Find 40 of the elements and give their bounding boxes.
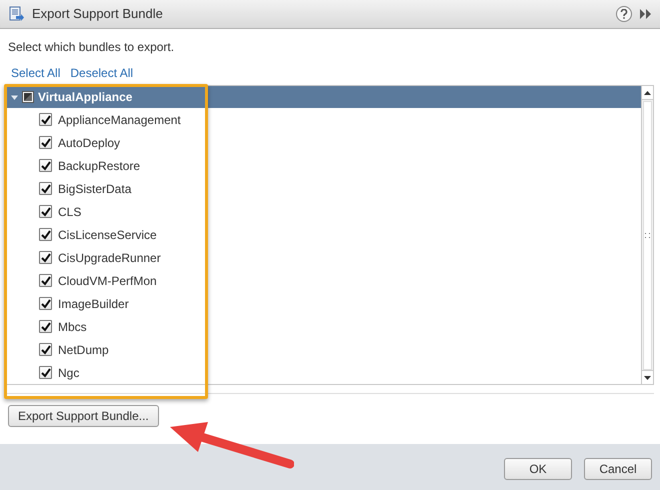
checkbox[interactable] xyxy=(22,91,34,103)
window-title: Export Support Bundle xyxy=(32,5,164,24)
tree-item-label[interactable]: ApplianceManagement xyxy=(58,110,181,128)
checkbox[interactable] xyxy=(39,136,52,149)
link[interactable]: Deselect All xyxy=(70,64,134,80)
help-icon[interactable] xyxy=(616,6,632,22)
instruction-text: Select which bundles to export. xyxy=(8,39,176,54)
caret-icon[interactable] xyxy=(11,94,18,100)
document-export-icon xyxy=(8,6,24,22)
checkbox[interactable] xyxy=(39,182,52,195)
scroll-down-icon[interactable] xyxy=(642,370,653,384)
checkbox[interactable] xyxy=(39,205,52,218)
tree-item-label[interactable]: AutoDeploy xyxy=(58,134,120,152)
checkbox[interactable] xyxy=(39,274,52,287)
checkbox[interactable] xyxy=(39,113,52,126)
tree-item-label[interactable]: CloudVM-PerfMon xyxy=(58,272,157,290)
tree-item-label[interactable]: CisLicenseService xyxy=(58,226,157,244)
checkbox[interactable] xyxy=(39,228,52,241)
tree-item-label[interactable]: BackupRestore xyxy=(58,156,140,174)
scroll-up-icon[interactable] xyxy=(642,86,653,100)
tree-item-label[interactable]: Mbcs xyxy=(58,318,87,336)
checkbox[interactable] xyxy=(39,320,52,333)
tree-item-label[interactable]: ImageBuilder xyxy=(58,294,129,312)
collapse-icon[interactable] xyxy=(640,9,652,19)
tree-item-label[interactable]: Ngc xyxy=(58,364,80,382)
ok-button[interactable]: OK xyxy=(504,458,572,480)
cancel-button[interactable]: Cancel xyxy=(584,458,652,480)
tree-item-label[interactable]: NetDump xyxy=(58,340,109,358)
scrollbar[interactable] xyxy=(641,86,653,384)
tree-item-label[interactable]: CisUpgradeRunner xyxy=(58,248,161,266)
link[interactable]: Select All xyxy=(11,64,60,80)
tree-node[interactable]: VirtualAppliance xyxy=(7,86,641,108)
checkbox[interactable] xyxy=(39,159,52,172)
tree-item-label[interactable]: CLS xyxy=(58,202,82,220)
export-support-bundle-button[interactable]: Export Support Bundle... xyxy=(8,405,159,427)
checkbox[interactable] xyxy=(39,297,52,310)
checkbox[interactable] xyxy=(39,366,52,379)
tree-item-label[interactable]: BigSisterData xyxy=(58,180,132,198)
checkbox[interactable] xyxy=(39,343,52,356)
checkbox[interactable] xyxy=(39,251,52,264)
